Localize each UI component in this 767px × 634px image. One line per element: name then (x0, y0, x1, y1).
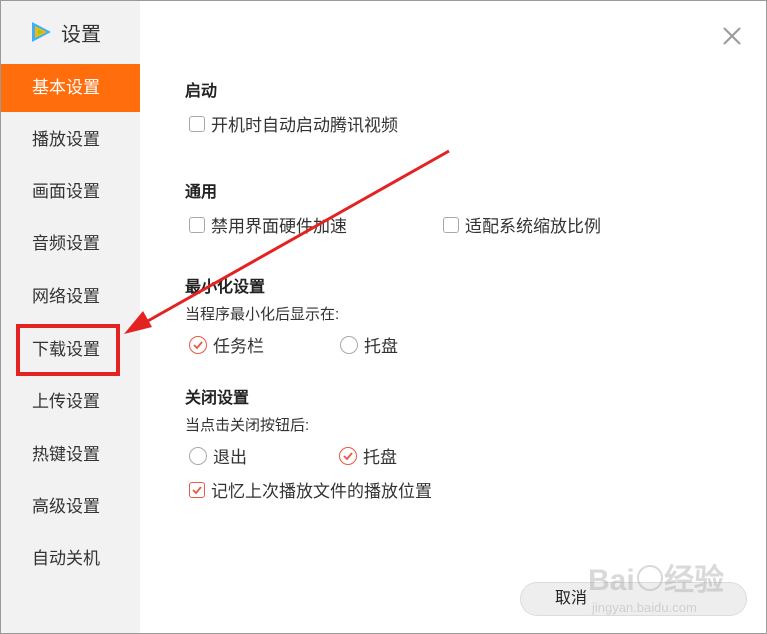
sidebar-item-advanced[interactable]: 高级设置 (1, 483, 140, 531)
remember-position-label: 记忆上次播放文件的播放位置 (211, 482, 432, 501)
remember-position-option[interactable]: 记忆上次播放文件的播放位置 (189, 477, 432, 502)
auto-start-option[interactable]: 开机时自动启动腾讯视频 (189, 111, 398, 136)
window-title: 设置 (61, 23, 101, 46)
sidebar-item-auto-shutdown[interactable]: 自动关机 (1, 535, 140, 583)
brand: 设置 (29, 17, 101, 47)
minimize-tray-radio[interactable] (340, 335, 358, 354)
cancel-button[interactable]: 取消 (520, 582, 747, 616)
sidebar-item-basic[interactable]: 基本设置 (1, 64, 140, 112)
section-title-minimize: 最小化设置 (185, 279, 266, 296)
minimize-tray-label: 托盘 (364, 337, 398, 356)
check-icon (343, 451, 353, 460)
section-title-general: 通用 (185, 184, 218, 201)
check-icon (192, 485, 202, 494)
auto-start-label: 开机时自动启动腾讯视频 (211, 116, 398, 135)
tencent-video-logo-icon (32, 22, 51, 42)
sidebar-item-upload[interactable]: 上传设置 (1, 378, 140, 426)
sidebar-item-playback[interactable]: 播放设置 (1, 116, 140, 164)
section-title-close: 关闭设置 (185, 390, 250, 407)
minimize-taskbar-radio[interactable] (189, 335, 207, 354)
remember-position-checkbox[interactable] (189, 481, 205, 498)
check-icon (193, 340, 203, 349)
close-exit-option[interactable]: 退出 (189, 443, 247, 468)
close-prompt: 当点击关闭按钮后: (185, 417, 310, 434)
sidebar-item-picture[interactable]: 画面设置 (1, 168, 140, 216)
close-tray-label: 托盘 (363, 448, 397, 467)
system-scaling-checkbox[interactable] (443, 216, 459, 233)
close-tray-option[interactable]: 托盘 (339, 443, 397, 468)
auto-start-checkbox[interactable] (189, 115, 205, 132)
close-tray-radio[interactable] (339, 446, 357, 465)
close-exit-radio[interactable] (189, 446, 207, 465)
minimize-taskbar-label: 任务栏 (213, 337, 264, 356)
disable-hw-accel-label: 禁用界面硬件加速 (211, 217, 347, 236)
sidebar-item-network[interactable]: 网络设置 (1, 273, 140, 321)
close-exit-label: 退出 (213, 448, 247, 467)
section-title-startup: 启动 (185, 83, 218, 100)
sidebar: 设置 基本设置 播放设置 画面设置 音频设置 网络设置 下载设置 上传设置 热键… (1, 1, 140, 633)
minimize-tray-option[interactable]: 托盘 (340, 332, 398, 357)
download-highlight-box (16, 324, 120, 376)
sidebar-item-hotkeys[interactable]: 热键设置 (1, 431, 140, 479)
disable-hw-accel-checkbox[interactable] (189, 216, 205, 233)
system-scaling-label: 适配系统缩放比例 (465, 217, 601, 236)
system-scaling-option[interactable]: 适配系统缩放比例 (443, 212, 601, 237)
disable-hw-accel-option[interactable]: 禁用界面硬件加速 (189, 212, 347, 237)
minimize-taskbar-option[interactable]: 任务栏 (189, 332, 264, 357)
close-icon[interactable] (718, 22, 746, 50)
sidebar-item-audio[interactable]: 音频设置 (1, 220, 140, 268)
minimize-prompt: 当程序最小化后显示在: (185, 306, 340, 323)
